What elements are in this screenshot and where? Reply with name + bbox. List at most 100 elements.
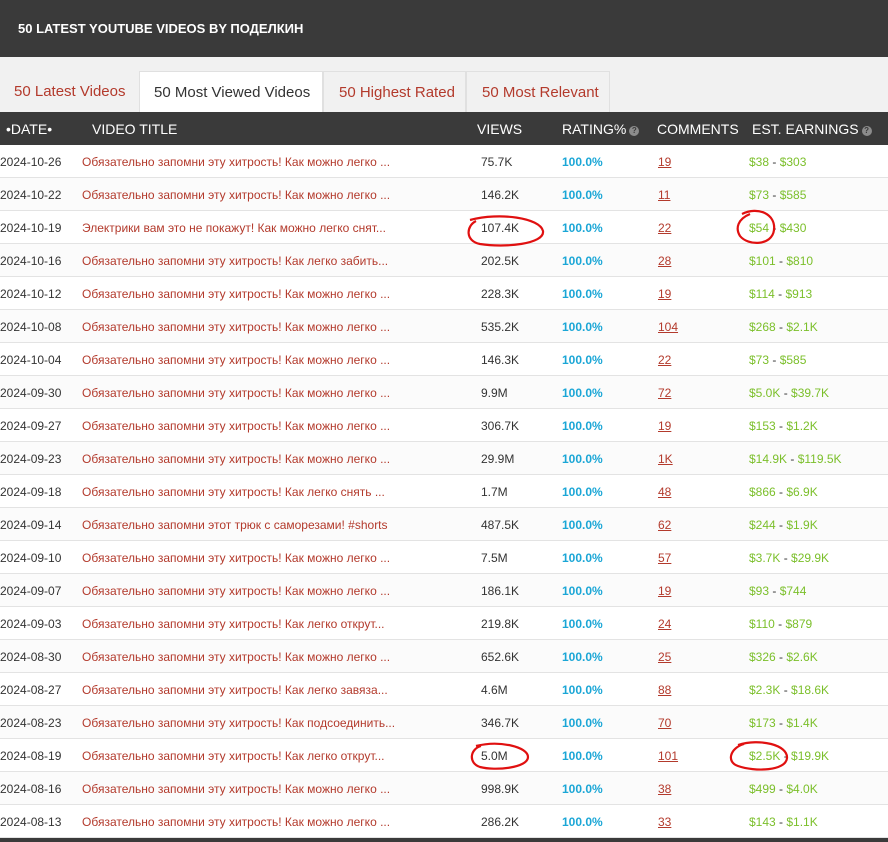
video-comments-link[interactable]: 25 [658, 650, 671, 664]
earnings-high: $1.9K [786, 518, 818, 532]
column-comments[interactable]: COMMENTS [657, 121, 739, 137]
video-title-link[interactable]: Обязательно запомни эту хитрость! Как мо… [82, 320, 400, 334]
video-title-link[interactable]: Обязательно запомни эту хитрость! Как мо… [82, 155, 400, 169]
video-title-link[interactable]: Обязательно запомни эту хитрость! Как мо… [82, 584, 400, 598]
video-views: 535.2K [481, 320, 520, 334]
video-comments-link[interactable]: 19 [658, 287, 671, 301]
earnings-separator: - [769, 188, 780, 202]
video-comments-link[interactable]: 24 [658, 617, 671, 631]
earnings-high: $119.5K [797, 452, 842, 466]
video-title-link[interactable]: Обязательно запомни эту хитрость! Как мо… [82, 419, 400, 433]
column-rating[interactable]: RATING%? [562, 121, 640, 137]
earnings-high: $18.6K [791, 683, 830, 697]
video-comments-link[interactable]: 33 [658, 815, 671, 829]
earnings-separator: - [780, 386, 792, 400]
video-earnings: $54 - $430 [749, 221, 806, 235]
table-row: 2024-09-23 Обязательно запомни эту хитрос… [0, 442, 888, 475]
video-views: 306.7K [481, 419, 520, 433]
video-title-link[interactable]: Обязательно запомни эту хитрость! Как мо… [82, 815, 400, 829]
video-comments-link[interactable]: 72 [658, 386, 671, 400]
video-rating: 100.0% [562, 155, 603, 169]
video-comments-link[interactable]: 22 [658, 221, 671, 235]
video-comments-link[interactable]: 22 [658, 353, 671, 367]
video-title-link[interactable]: Обязательно запомни эту хитрость! Как мо… [82, 353, 400, 367]
table-row: 2024-08-27 Обязательно запомни эту хитрос… [0, 673, 888, 706]
table-row: 2024-10-12 Обязательно запомни эту хитрос… [0, 277, 888, 310]
video-date: 2024-10-22 [0, 188, 62, 202]
video-comments-link[interactable]: 62 [658, 518, 671, 532]
video-title-link[interactable]: Обязательно запомни эту хитрость! Как мо… [82, 386, 400, 400]
earnings-low: $268 [749, 320, 776, 334]
video-views: 998.9K [481, 782, 520, 796]
table-row: 2024-09-18 Обязательно запомни эту хитрос… [0, 475, 888, 508]
earnings-separator: - [769, 221, 780, 235]
column-date[interactable]: •DATE• [6, 121, 52, 137]
earnings-separator: - [775, 254, 787, 268]
earnings-high: $303 [779, 155, 807, 169]
video-comments-link[interactable]: 19 [658, 155, 671, 169]
earnings-high: $29.9K [791, 551, 830, 565]
earnings-separator: - [775, 815, 787, 829]
video-title-link[interactable]: Обязательно запомни эту хитрость! Как ле… [82, 254, 400, 268]
tab-latest-videos[interactable]: 50 Latest Videos [0, 71, 139, 113]
video-title-link[interactable]: Обязательно запомни эту хитрость! Как ле… [82, 749, 400, 763]
tab-highest-rated[interactable]: 50 Highest Rated [323, 71, 466, 113]
video-comments-link[interactable]: 19 [658, 419, 671, 433]
column-rating-label: RATING% [562, 121, 627, 137]
earnings-high: $4.0K [786, 782, 818, 796]
video-earnings: $244 - $1.9K [749, 518, 818, 532]
video-rating: 100.0% [562, 254, 603, 268]
video-comments-link[interactable]: 38 [658, 782, 671, 796]
earnings-separator: - [775, 650, 787, 664]
video-comments-link[interactable]: 11 [658, 188, 670, 202]
earnings-high: $19.9K [791, 749, 830, 763]
video-comments-link[interactable]: 70 [658, 716, 671, 730]
earnings-separator: - [775, 716, 787, 730]
video-rating: 100.0% [562, 683, 603, 697]
video-title-link[interactable]: Обязательно запомни эту хитрость! Как мо… [82, 287, 400, 301]
video-comments-link[interactable]: 88 [658, 683, 671, 697]
video-comments-link[interactable]: 48 [658, 485, 671, 499]
video-earnings: $114 - $913 [749, 287, 812, 301]
column-earnings[interactable]: EST. EARNINGS? [752, 121, 872, 137]
video-title-link[interactable]: Обязательно запомни эту хитрость! Как мо… [82, 650, 400, 664]
earnings-low: $110 [749, 617, 775, 631]
video-title-link[interactable]: Обязательно запомни эту хитрость! Как ле… [82, 485, 400, 499]
video-title-link[interactable]: Обязательно запомни эту хитрость! Как ле… [82, 683, 400, 697]
tab-most-relevant[interactable]: 50 Most Relevant [466, 71, 610, 113]
video-comments-link[interactable]: 104 [658, 320, 678, 334]
video-title-link[interactable]: Электрики вам это не покажут! Как можно … [82, 221, 400, 235]
video-earnings: $14.9K - $119.5K [749, 452, 842, 466]
video-title-link[interactable]: Обязательно запомни эту хитрость! Как по… [82, 716, 400, 730]
video-comments-link[interactable]: 1K [658, 452, 673, 466]
help-icon[interactable]: ? [629, 126, 640, 136]
video-views: 146.2K [481, 188, 520, 202]
column-views[interactable]: VIEWS [477, 121, 522, 137]
earnings-low: $73 [749, 353, 770, 367]
earnings-high: $1.1K [786, 815, 818, 829]
earnings-low: $93 [749, 584, 770, 598]
video-earnings: $38 - $303 [749, 155, 806, 169]
help-icon[interactable]: ? [861, 126, 872, 136]
video-title-link[interactable]: Обязательно запомни эту хитрость! Как мо… [82, 551, 400, 565]
video-title-link[interactable]: Обязательно запомни эту хитрость! Как мо… [82, 188, 400, 202]
video-rating: 100.0% [562, 518, 603, 532]
video-earnings: $143 - $1.1K [749, 815, 818, 829]
video-comments-link[interactable]: 57 [658, 551, 671, 565]
video-comments-link[interactable]: 19 [658, 584, 671, 598]
video-title-link[interactable]: Обязательно запомни эту хитрость! Как ле… [82, 617, 400, 631]
tab-most-viewed[interactable]: 50 Most Viewed Videos [139, 71, 323, 113]
column-video-title[interactable]: VIDEO TITLE [92, 121, 177, 137]
page-title: 50 LATEST YOUTUBE VIDEOS BY ПОДЕЛКИН [18, 21, 304, 36]
video-title-link[interactable]: Обязательно запомни эту хитрость! Как мо… [82, 782, 400, 796]
earnings-high: $879 [785, 617, 813, 631]
earnings-separator: - [775, 320, 787, 334]
video-title-link[interactable]: Обязательно запомни этот трюк с самореза… [82, 518, 400, 532]
earnings-low: $326 [749, 650, 776, 664]
video-earnings: $2.3K - $18.6K [749, 683, 829, 697]
video-title-link[interactable]: Обязательно запомни эту хитрость! Как мо… [82, 452, 400, 466]
video-comments-link[interactable]: 101 [658, 749, 678, 763]
video-comments-link[interactable]: 28 [658, 254, 671, 268]
earnings-high: $810 [786, 254, 814, 268]
tab-bar: 50 Latest Videos 50 Most Viewed Videos 5… [0, 57, 888, 113]
